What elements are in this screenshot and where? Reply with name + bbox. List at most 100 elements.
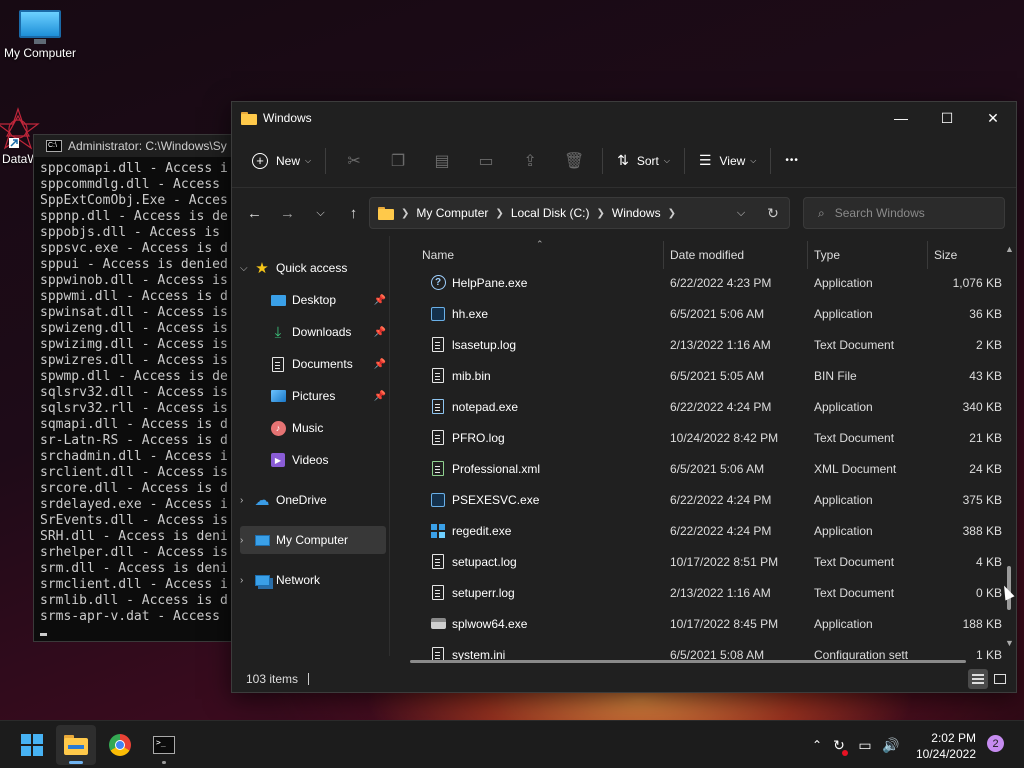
file-type: Text Document	[814, 585, 895, 600]
refresh-button[interactable]: ↻	[757, 205, 789, 222]
file-explorer-window[interactable]: Windows — ☐ ✕ + New ⌵ ✂ ❐ ▤ ▭ ⇪ 🗑 ⇅ Sort…	[231, 101, 1017, 693]
file-row[interactable]: Professional.xml 6/5/2021 5:06 AM XML Docu…	[392, 453, 1002, 484]
nav-downloads[interactable]: ⤓ Downloads 📌	[270, 318, 390, 346]
sort-button[interactable]: ⇅ Sort ⌵	[609, 145, 678, 177]
cut-button[interactable]: ✂	[332, 145, 376, 177]
file-row[interactable]: PFRO.log 10/24/2022 8:42 PM Text Document 2…	[392, 422, 1002, 453]
file-size: 188 KB	[962, 616, 1002, 631]
desktop-icon-my-computer[interactable]: My Computer	[0, 10, 80, 60]
command-bar: + New ⌵ ✂ ❐ ▤ ▭ ⇪ 🗑 ⇅ Sort ⌵ ☰ View ⌵ ••…	[232, 134, 1016, 188]
text-file-icon	[430, 430, 446, 446]
file-size: 4 KB	[975, 554, 1002, 569]
file-row[interactable]: PSEXESVC.exe 6/22/2022 4:24 PM Application…	[392, 484, 1002, 515]
file-name: setuperr.log	[452, 585, 515, 600]
share-icon: ⇪	[523, 152, 537, 170]
breadcrumb-my-computer[interactable]: My Computer	[416, 206, 488, 220]
file-date: 6/5/2021 5:06 AM	[670, 306, 765, 321]
file-row[interactable]: splwow64.exe 10/17/2022 8:45 PM Applicatio…	[392, 608, 1002, 639]
nav-music[interactable]: ♪ Music	[270, 414, 390, 442]
nav-videos[interactable]: ▶ Videos	[270, 446, 390, 474]
console-titlebar[interactable]: C:\ Administrator: C:\Windows\Sy	[34, 135, 242, 157]
file-name: splwow64.exe	[452, 616, 528, 631]
delete-button[interactable]: 🗑	[552, 145, 596, 177]
column-name[interactable]: Name	[422, 245, 454, 265]
close-button[interactable]: ✕	[970, 103, 1016, 133]
file-row[interactable]: setuperr.log 2/13/2022 1:16 AM Text Docume…	[392, 577, 1002, 608]
show-hidden-icons-button[interactable]: ⌃	[808, 738, 826, 752]
file-row[interactable]: regedit.exe 6/22/2022 4:24 PM Application 3…	[392, 515, 1002, 546]
scroll-up-icon[interactable]: ▲	[1005, 244, 1014, 254]
notification-badge[interactable]: 2	[987, 735, 1004, 752]
recent-locations-button[interactable]: ⌵	[304, 197, 337, 229]
file-row[interactable]: mib.bin 6/5/2021 5:05 AM BIN File 43 KB	[392, 360, 1002, 391]
network-status-icon[interactable]: ▭	[852, 737, 878, 754]
app-icon	[430, 492, 446, 508]
address-history-button[interactable]: ⌵	[725, 207, 757, 220]
file-name: HelpPane.exe	[452, 275, 528, 290]
paste-button[interactable]: ▤	[420, 145, 464, 177]
clock[interactable]: 2:02 PM 10/24/2022	[908, 730, 976, 762]
rename-button[interactable]: ▭	[464, 145, 508, 177]
file-row[interactable]: lsasetup.log 2/13/2022 1:16 AM Text Docume…	[392, 329, 1002, 360]
nav-desktop[interactable]: Desktop 📌	[270, 286, 390, 314]
column-date-modified[interactable]: Date modified	[670, 245, 744, 265]
start-button[interactable]	[12, 725, 52, 765]
breadcrumb-local-disk[interactable]: Local Disk (C:)	[511, 206, 590, 220]
volume-icon[interactable]: 🔊	[878, 737, 904, 754]
share-button[interactable]: ⇪	[508, 145, 552, 177]
text-file-icon	[430, 585, 446, 601]
explorer-titlebar[interactable]: Windows — ☐ ✕	[232, 102, 1016, 134]
nav-label: Documents	[292, 357, 353, 371]
nav-my-computer[interactable]: › My Computer	[240, 526, 386, 554]
address-bar[interactable]: ❯ My Computer ❯ Local Disk (C:) ❯ Window…	[369, 197, 790, 229]
chevron-down-icon: ⌵	[750, 155, 757, 165]
file-row[interactable]: hh.exe 6/5/2021 5:06 AM Application 36 KB	[392, 298, 1002, 329]
forward-button[interactable]: →	[271, 197, 304, 229]
chevron-right-icon: ❯	[401, 207, 410, 219]
file-type: Application	[814, 616, 873, 631]
music-icon: ♪	[270, 420, 286, 436]
maximize-button[interactable]: ☐	[924, 103, 970, 133]
file-size: 340 KB	[962, 399, 1002, 414]
taskbar-terminal[interactable]: >_	[144, 725, 184, 765]
column-size[interactable]: Size	[934, 245, 957, 265]
more-options-button[interactable]: •••	[777, 145, 807, 177]
file-type: BIN File	[814, 368, 857, 383]
nav-network[interactable]: › Network	[240, 566, 386, 594]
up-button[interactable]: ↑	[337, 197, 370, 229]
file-size: 36 KB	[969, 306, 1002, 321]
file-row[interactable]: notepad.exe 6/22/2022 4:24 PM Application 3…	[392, 391, 1002, 422]
new-button[interactable]: + New ⌵	[244, 145, 319, 177]
regedit-icon	[430, 523, 446, 539]
taskbar-file-explorer[interactable]	[56, 725, 96, 765]
details-view-button[interactable]	[968, 669, 988, 689]
taskbar-chrome[interactable]	[100, 725, 140, 765]
nav-documents[interactable]: Documents 📌	[270, 350, 390, 378]
nav-quick-access[interactable]: ⌵ ★ Quick access	[240, 254, 386, 282]
tiles-view-button[interactable]	[990, 669, 1010, 689]
navigation-pane[interactable]: ⌵ ★ Quick access Desktop 📌 ⤓ Downloads 📌…	[232, 236, 390, 656]
file-row[interactable]: ? HelpPane.exe 6/22/2022 4:23 PM Applicatio…	[392, 267, 1002, 298]
monitor-icon	[19, 10, 61, 44]
sync-icon[interactable]: ↻	[826, 737, 852, 756]
nav-pictures[interactable]: Pictures 📌	[270, 382, 390, 410]
file-name-cell: notepad.exe	[430, 399, 518, 415]
scroll-down-icon[interactable]: ▼	[1005, 638, 1014, 648]
console-output[interactable]: sppcomapi.dll - Access i sppcommdlg.dll -…	[34, 157, 242, 641]
console-window[interactable]: C:\ Administrator: C:\Windows\Sy sppcoma…	[33, 134, 243, 642]
view-label: View	[719, 153, 746, 168]
folder-icon	[378, 206, 394, 220]
file-list[interactable]: Name ⌃ Date modified Type Size ? HelpPane…	[392, 236, 1012, 664]
search-box[interactable]: ⌕ Search Windows	[803, 197, 1005, 229]
view-button[interactable]: ☰ View ⌵	[691, 145, 764, 177]
minimize-button[interactable]: —	[878, 103, 924, 133]
back-button[interactable]: ←	[238, 197, 271, 229]
file-row[interactable]: setupact.log 10/17/2022 8:51 PM Text Docum…	[392, 546, 1002, 577]
console-line: srdelayed.exe - Access i	[40, 497, 228, 512]
breadcrumb-windows[interactable]: Windows	[612, 206, 661, 220]
file-date: 6/5/2021 5:05 AM	[670, 368, 765, 383]
copy-button[interactable]: ❐	[376, 145, 420, 177]
horizontal-scrollbar[interactable]	[410, 660, 966, 663]
nav-onedrive[interactable]: › ☁ OneDrive	[240, 486, 386, 514]
column-type[interactable]: Type	[814, 245, 840, 265]
